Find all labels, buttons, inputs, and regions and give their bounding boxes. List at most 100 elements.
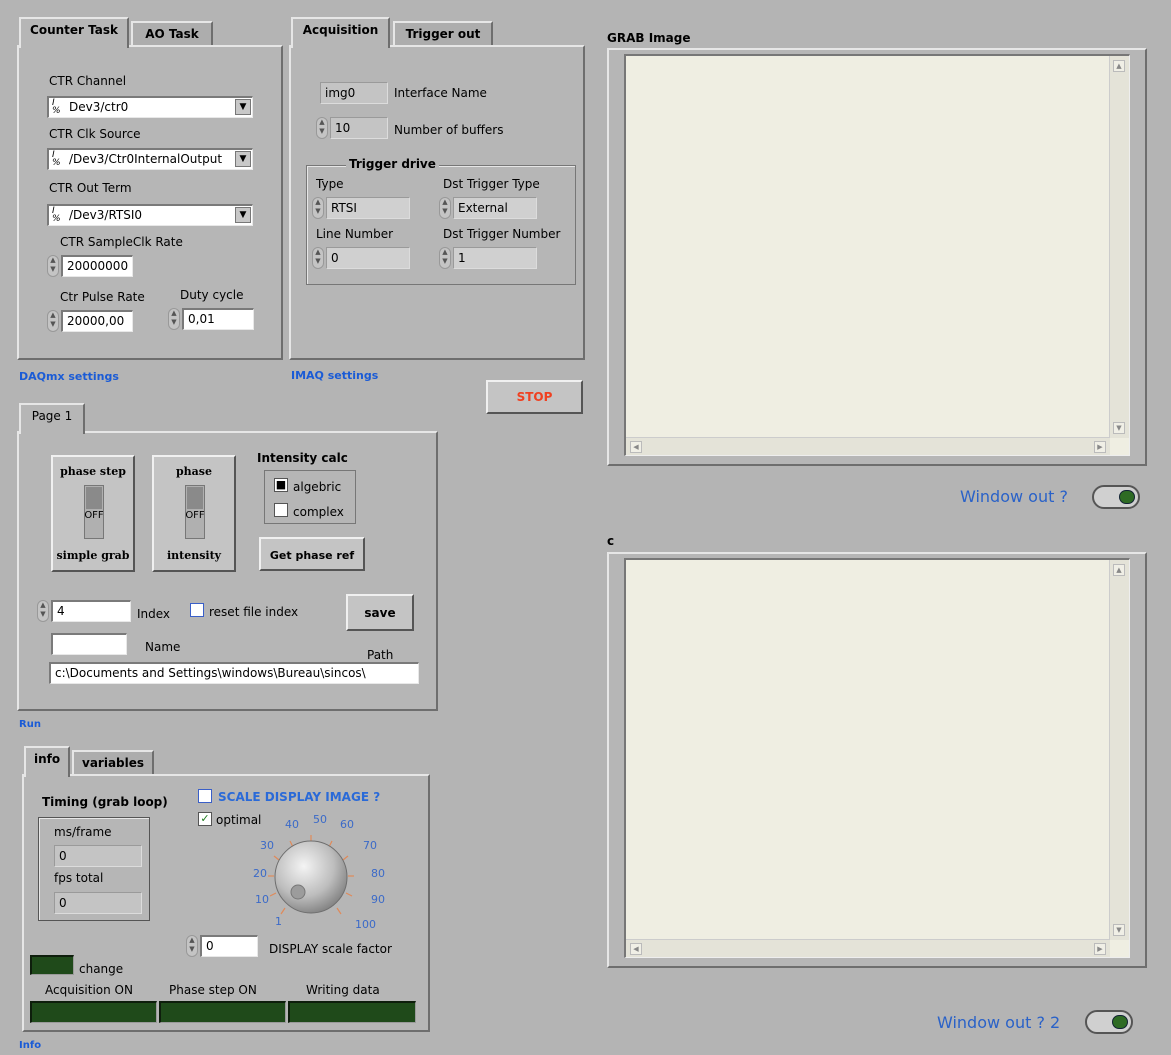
reset-file-index-label: reset file index bbox=[209, 605, 299, 619]
algebric-checkbox[interactable]: ■ bbox=[274, 478, 288, 492]
chevron-down-icon[interactable]: ▼ bbox=[235, 207, 251, 223]
window-out-toggle[interactable] bbox=[1092, 485, 1140, 509]
ctr-channel-select[interactable]: I% Dev3/ctr0 ▼ bbox=[47, 96, 253, 118]
dst-trigger-type-spinner[interactable]: ▲ ▼ bbox=[439, 197, 451, 219]
duty-cycle-label: Duty cycle bbox=[180, 288, 244, 302]
sampleclk-rate-field[interactable]: 20000000 bbox=[61, 255, 133, 277]
dst-trigger-number-label: Dst Trigger Number bbox=[443, 227, 561, 241]
scroll-right-icon[interactable]: ▶ bbox=[1094, 943, 1106, 955]
save-button[interactable]: save bbox=[346, 594, 414, 631]
knob-tick-100: 100 bbox=[355, 918, 376, 931]
acquisition-on-led bbox=[30, 1001, 157, 1023]
phase-step-on-label: Phase step ON bbox=[169, 983, 257, 997]
interface-name-label: Interface Name bbox=[394, 86, 487, 100]
imaq-caption: IMAQ settings bbox=[291, 369, 379, 382]
buffers-field[interactable]: 10 bbox=[330, 117, 388, 139]
scroll-left-icon[interactable]: ◀ bbox=[630, 943, 642, 955]
tab-variables[interactable]: variables bbox=[72, 750, 154, 776]
c-hscrollbar[interactable]: ◀ ▶ bbox=[626, 939, 1110, 957]
phase-switch[interactable]: phase OFF intensity bbox=[152, 455, 236, 572]
chevron-down-icon[interactable]: ▼ bbox=[235, 151, 251, 167]
tab-info[interactable]: info bbox=[24, 746, 70, 777]
index-field[interactable]: 4 bbox=[51, 600, 131, 622]
duty-cycle-spinner[interactable]: ▲ ▼ bbox=[168, 308, 180, 330]
knob-tick-90: 90 bbox=[371, 893, 385, 906]
phase-step-switch[interactable]: phase step OFF simple grab bbox=[51, 455, 135, 572]
dst-trigger-number-field[interactable]: 1 bbox=[453, 247, 537, 269]
dst-trigger-number-spinner[interactable]: ▲ ▼ bbox=[439, 247, 451, 269]
phase-top-label: phase bbox=[175, 465, 212, 478]
buffers-label: Number of buffers bbox=[394, 123, 504, 137]
scroll-down-icon[interactable]: ▼ bbox=[1113, 422, 1125, 434]
pulse-rate-spinner[interactable]: ▲ ▼ bbox=[47, 310, 59, 332]
dst-trigger-type-label: Dst Trigger Type bbox=[443, 177, 540, 191]
scale-factor-spinner[interactable]: ▲ ▼ bbox=[186, 935, 198, 957]
name-label: Name bbox=[145, 640, 181, 654]
line-number-field[interactable]: 0 bbox=[326, 247, 410, 269]
pulse-rate-label: Ctr Pulse Rate bbox=[60, 290, 145, 304]
tab-acquisition[interactable]: Acquisition bbox=[291, 17, 390, 48]
window-out-2-label: Window out ? 2 bbox=[937, 1013, 1061, 1032]
type-ring[interactable]: RTSI bbox=[326, 197, 410, 219]
index-spinner[interactable]: ▲ ▼ bbox=[37, 600, 49, 622]
knob-tick-50: 50 bbox=[313, 813, 327, 826]
change-led bbox=[30, 955, 74, 975]
phase-step-top-label: phase step bbox=[60, 465, 126, 478]
ctr-clk-source-value: /Dev3/Ctr0InternalOutput bbox=[69, 152, 223, 166]
line-number-label: Line Number bbox=[316, 227, 394, 241]
stop-button[interactable]: STOP bbox=[486, 380, 583, 414]
get-phase-ref-button[interactable]: Get phase ref bbox=[259, 537, 365, 571]
type-spinner[interactable]: ▲ ▼ bbox=[312, 197, 324, 219]
tab-trigger-out[interactable]: Trigger out bbox=[393, 21, 493, 47]
ms-frame-indicator: 0 bbox=[54, 845, 142, 867]
switch-off-label: OFF bbox=[185, 510, 205, 521]
grab-vscrollbar[interactable]: ▲ ▼ bbox=[1109, 56, 1129, 438]
run-caption: Run bbox=[19, 719, 41, 730]
ctr-clk-source-select[interactable]: I% /Dev3/Ctr0InternalOutput ▼ bbox=[47, 148, 253, 170]
knob-tick-20: 20 bbox=[253, 867, 267, 880]
trigger-drive-title: Trigger drive bbox=[346, 157, 439, 171]
scroll-up-icon[interactable]: ▲ bbox=[1113, 60, 1125, 72]
fps-total-label: fps total bbox=[54, 871, 104, 885]
scroll-right-icon[interactable]: ▶ bbox=[1094, 441, 1106, 453]
window-out-2-toggle[interactable] bbox=[1085, 1010, 1133, 1034]
change-label: change bbox=[79, 962, 124, 976]
grab-hscrollbar[interactable]: ◀ ▶ bbox=[626, 437, 1110, 455]
dst-trigger-type-ring[interactable]: External bbox=[453, 197, 537, 219]
sampleclk-rate-label: CTR SampleClk Rate bbox=[60, 235, 183, 249]
toggle-knob bbox=[1119, 490, 1135, 504]
tab-counter-task[interactable]: Counter Task bbox=[19, 17, 129, 48]
scroll-up-icon[interactable]: ▲ bbox=[1113, 564, 1125, 576]
line-number-spinner[interactable]: ▲ ▼ bbox=[312, 247, 324, 269]
scale-display-label: SCALE DISPLAY IMAGE ? bbox=[218, 790, 381, 804]
scale-factor-field[interactable]: 0 bbox=[200, 935, 258, 957]
sampleclk-rate-spinner[interactable]: ▲ ▼ bbox=[47, 255, 59, 277]
scale-factor-label: DISPLAY scale factor bbox=[269, 942, 392, 956]
optimal-checkbox[interactable]: ✓ bbox=[198, 812, 212, 826]
path-field[interactable]: c:\Documents and Settings\windows\Bureau… bbox=[49, 662, 419, 684]
buffers-spinner[interactable]: ▲ ▼ bbox=[316, 117, 328, 139]
reset-file-index-checkbox[interactable] bbox=[190, 603, 204, 617]
name-field[interactable] bbox=[51, 633, 127, 655]
duty-cycle-field[interactable]: 0,01 bbox=[182, 308, 254, 330]
writing-data-label: Writing data bbox=[306, 983, 380, 997]
c-vscrollbar[interactable]: ▲ ▼ bbox=[1109, 560, 1129, 940]
timing-title: Timing (grab loop) bbox=[42, 795, 168, 809]
tab-ao-task[interactable]: AO Task bbox=[131, 21, 213, 47]
phase-bottom-label: intensity bbox=[166, 549, 222, 562]
tab-page-1[interactable]: Page 1 bbox=[19, 403, 85, 434]
scale-display-checkbox[interactable] bbox=[198, 789, 212, 803]
writing-data-led bbox=[288, 1001, 416, 1023]
chevron-down-icon[interactable]: ▼ bbox=[235, 99, 251, 115]
complex-checkbox[interactable] bbox=[274, 503, 288, 517]
path-label: Path bbox=[367, 648, 394, 662]
c-display[interactable]: ▲ ▼ ◀ ▶ bbox=[624, 558, 1130, 958]
scroll-left-icon[interactable]: ◀ bbox=[630, 441, 642, 453]
info-caption: Info bbox=[19, 1040, 42, 1051]
grab-image-display[interactable]: ▲ ▼ ◀ ▶ bbox=[624, 54, 1130, 456]
pulse-rate-field[interactable]: 20000,00 bbox=[61, 310, 133, 332]
ctr-out-term-select[interactable]: I% /Dev3/RTSI0 ▼ bbox=[47, 204, 253, 226]
complex-label: complex bbox=[293, 505, 344, 519]
scroll-down-icon[interactable]: ▼ bbox=[1113, 924, 1125, 936]
ms-frame-label: ms/frame bbox=[54, 825, 112, 839]
